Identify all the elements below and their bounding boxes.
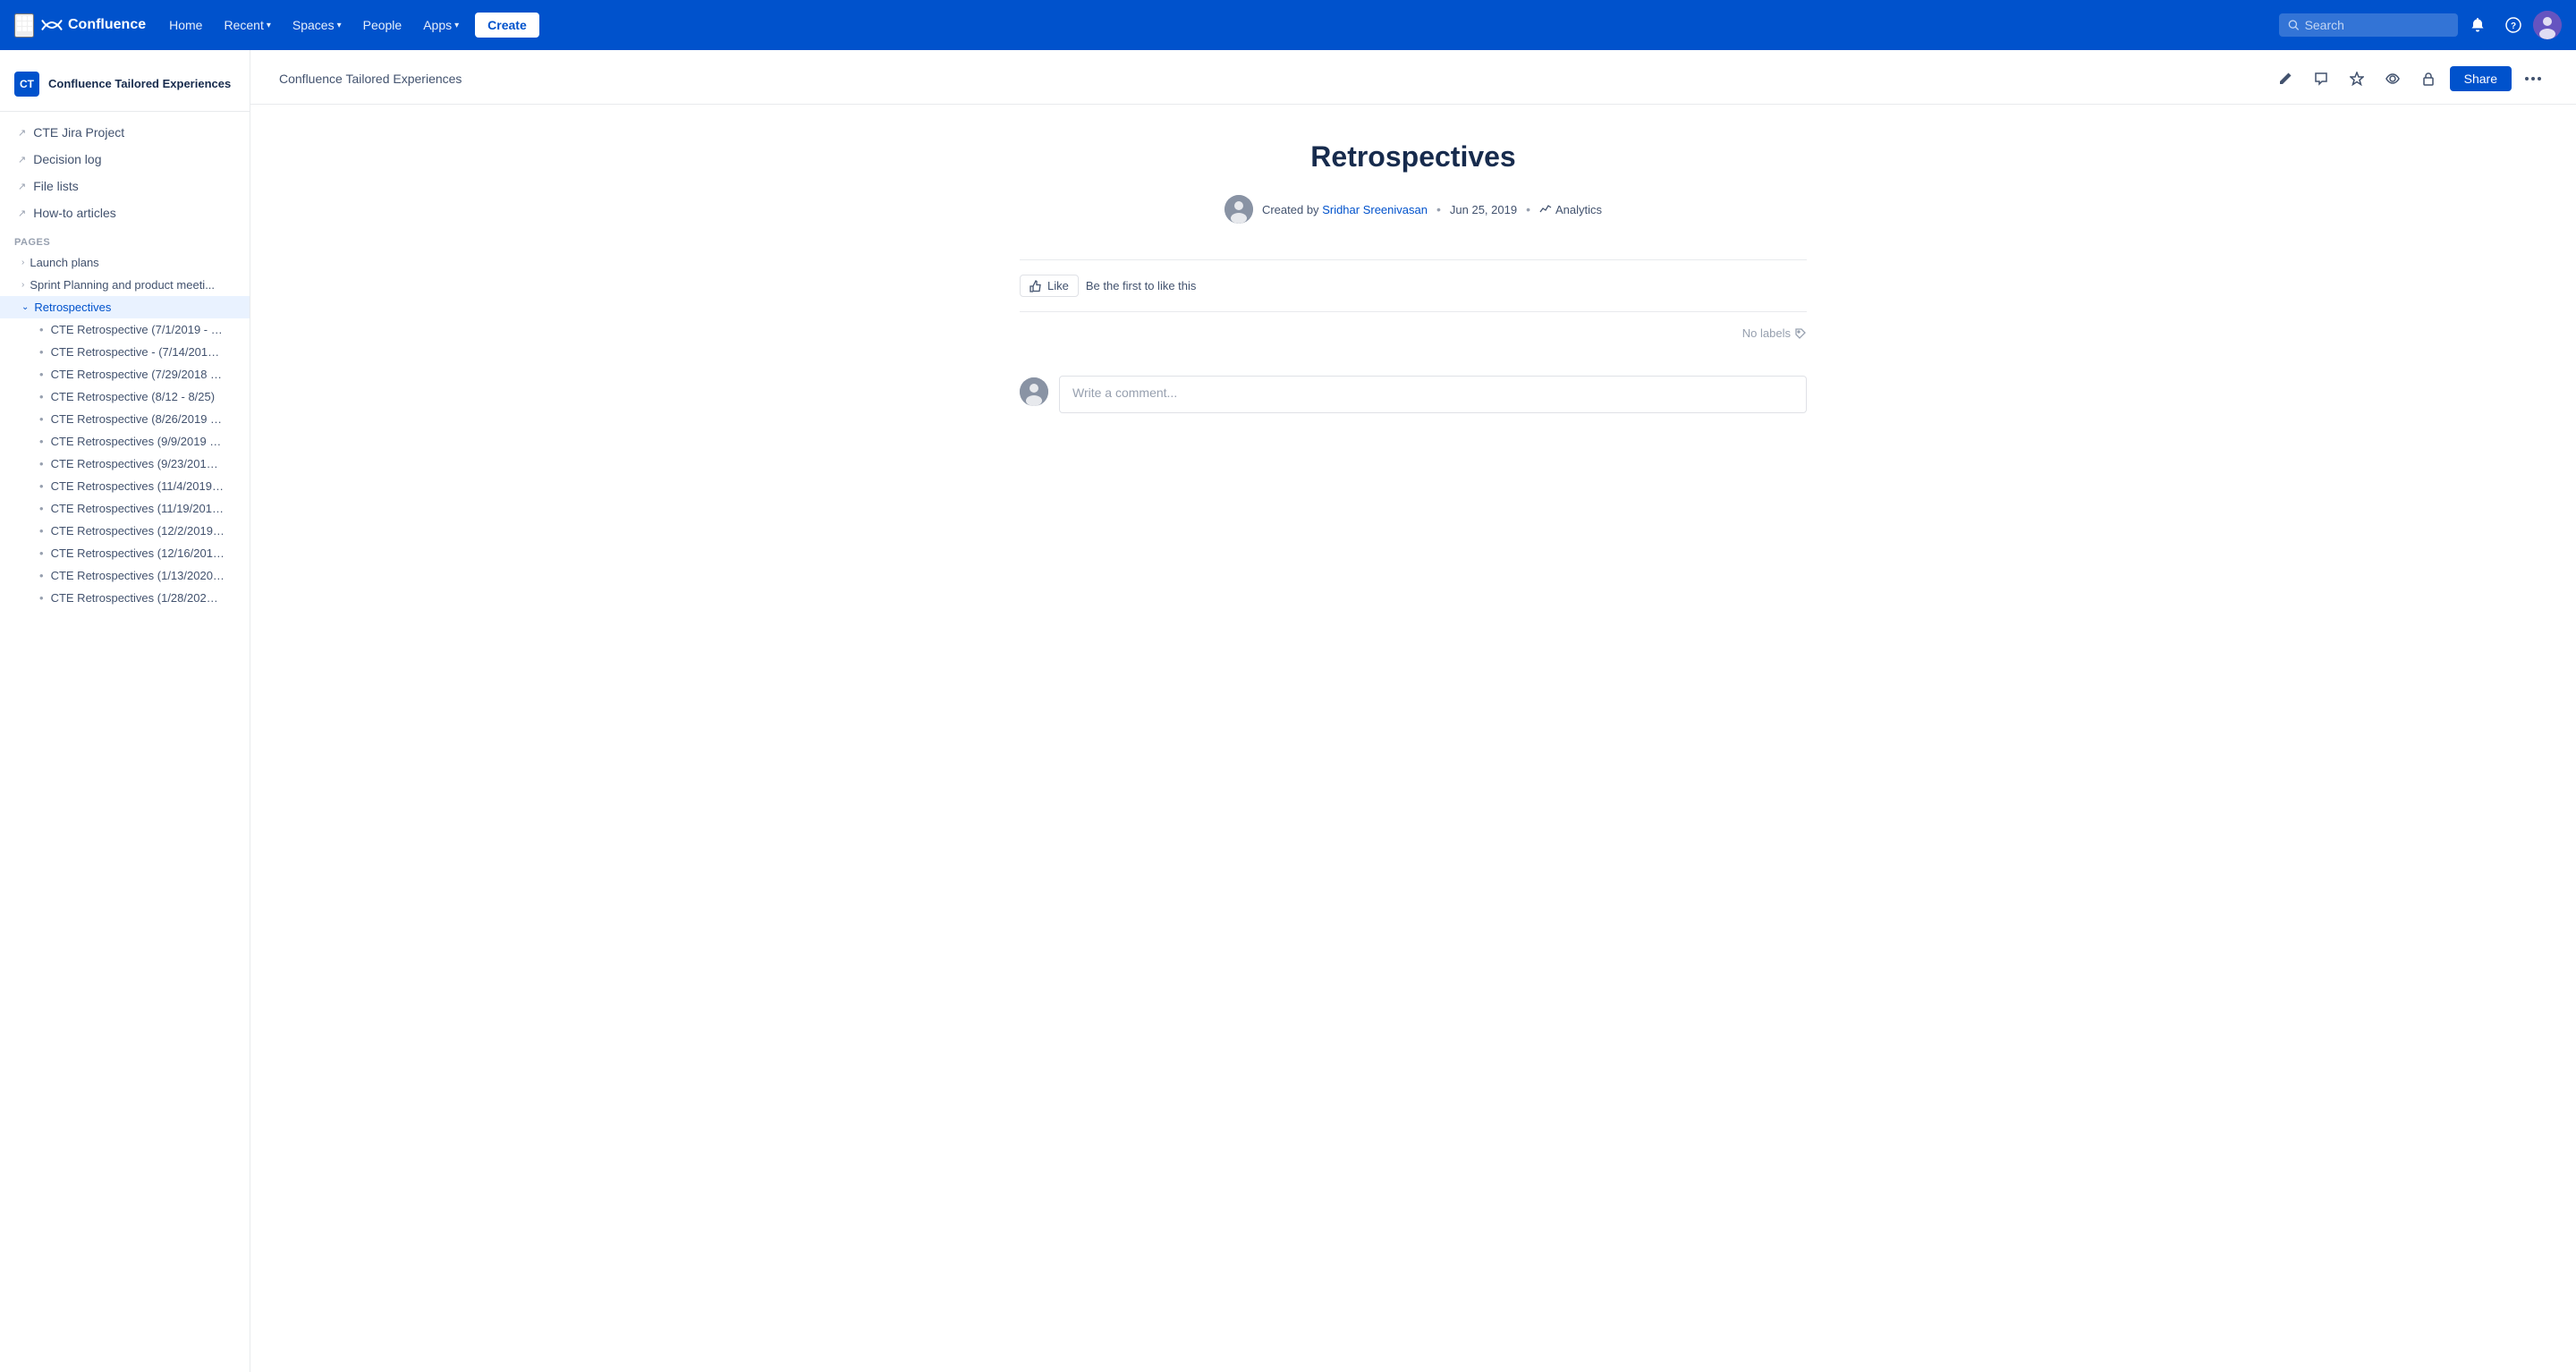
external-link-icon: ↗ xyxy=(18,181,26,192)
like-prompt-text: Be the first to like this xyxy=(1086,279,1197,292)
search-input[interactable] xyxy=(2305,18,2449,32)
edit-button[interactable] xyxy=(2271,64,2300,93)
search-icon xyxy=(2288,19,2300,31)
svg-text:?: ? xyxy=(2511,21,2516,31)
chevron-down-icon: ▾ xyxy=(337,21,342,30)
restrict-button[interactable] xyxy=(2414,64,2443,93)
external-link-icon: ↗ xyxy=(18,127,26,139)
page-title: Retrospectives xyxy=(1020,140,1807,174)
apps-dropdown[interactable]: Apps ▾ xyxy=(414,13,468,38)
analytics-icon xyxy=(1539,203,1552,216)
star-button[interactable] xyxy=(2343,64,2371,93)
sidebar-child-5[interactable]: CTE Retrospectives (9/9/2019 … xyxy=(0,430,250,453)
sidebar-child-2[interactable]: CTE Retrospective (7/29/2018 … xyxy=(0,363,250,385)
sidebar-child-1[interactable]: CTE Retrospective - (7/14/201… xyxy=(0,341,250,363)
article-container: Retrospectives Created by Sridhar Sreeni… xyxy=(984,140,1843,413)
pages-section-label: PAGES xyxy=(0,226,250,251)
comment-input-row: Write a comment... xyxy=(1020,376,1807,413)
article-meta: Created by Sridhar Sreenivasan • Jun 25,… xyxy=(1020,195,1807,224)
label-tag-icon xyxy=(1794,327,1807,340)
chevron-right-icon: › xyxy=(21,258,24,267)
sidebar-item-howto[interactable]: ↗ How-to articles xyxy=(4,199,246,226)
sidebar: CT Confluence Tailored Experiences ↗ CTE… xyxy=(0,50,250,1372)
spaces-dropdown[interactable]: Spaces ▾ xyxy=(284,13,351,38)
bell-icon xyxy=(2470,17,2486,33)
main-content: Confluence Tailored Experiences xyxy=(250,50,2576,1372)
labels-section: No labels xyxy=(1020,319,1807,347)
lock-icon xyxy=(2421,72,2436,86)
chevron-down-icon: ⌄ xyxy=(21,302,29,312)
sidebar-child-7[interactable]: CTE Retrospectives (11/4/2019… xyxy=(0,475,250,497)
home-link[interactable]: Home xyxy=(160,13,211,38)
inline-comment-button[interactable] xyxy=(2307,64,2335,93)
like-section: Like Be the first to like this xyxy=(1020,259,1807,312)
sidebar-page-launch-plans[interactable]: › Launch plans xyxy=(0,251,250,274)
search-box[interactable] xyxy=(2279,13,2458,37)
external-link-icon: ↗ xyxy=(18,207,26,219)
author-name-link[interactable]: Sridhar Sreenivasan xyxy=(1322,203,1428,216)
grid-icon[interactable] xyxy=(14,13,34,38)
help-button[interactable]: ? xyxy=(2497,9,2529,41)
sidebar-page-sprint-planning[interactable]: › Sprint Planning and product meeti... xyxy=(0,274,250,296)
sidebar-child-10[interactable]: CTE Retrospectives (12/16/201… xyxy=(0,542,250,564)
content-header: Confluence Tailored Experiences xyxy=(250,50,2576,105)
like-button[interactable]: Like xyxy=(1020,275,1079,297)
edit-icon xyxy=(2278,72,2292,86)
sidebar-page-retrospectives[interactable]: ⌄ Retrospectives xyxy=(0,296,250,318)
sidebar-child-8[interactable]: CTE Retrospectives (11/19/201… xyxy=(0,497,250,520)
commenter-avatar xyxy=(1020,377,1048,406)
sidebar-child-11[interactable]: CTE Retrospectives (1/13/2020… xyxy=(0,564,250,587)
more-options-button[interactable] xyxy=(2519,64,2547,93)
comment-input[interactable]: Write a comment... xyxy=(1059,376,1807,413)
sidebar-item-cte-jira[interactable]: ↗ CTE Jira Project xyxy=(4,119,246,146)
space-icon: CT xyxy=(14,72,39,97)
watch-button[interactable] xyxy=(2378,64,2407,93)
share-button[interactable]: Share xyxy=(2450,66,2512,91)
analytics-link[interactable]: Analytics xyxy=(1539,203,1602,216)
star-icon xyxy=(2350,72,2364,86)
meta-dot: • xyxy=(1526,202,1530,216)
sidebar-child-4[interactable]: CTE Retrospective (8/26/2019 … xyxy=(0,408,250,430)
sidebar-child-6[interactable]: CTE Retrospectives (9/23/201… xyxy=(0,453,250,475)
sidebar-child-3[interactable]: CTE Retrospective (8/12 - 8/25) xyxy=(0,385,250,408)
chevron-down-icon: ▾ xyxy=(267,21,271,30)
comment-section: Write a comment... xyxy=(1020,376,1807,413)
sidebar-item-file-lists[interactable]: ↗ File lists xyxy=(4,173,246,199)
sidebar-child-9[interactable]: CTE Retrospectives (12/2/2019… xyxy=(0,520,250,542)
creation-date: Jun 25, 2019 xyxy=(1450,203,1517,216)
watch-icon xyxy=(2385,72,2400,86)
main-layout: CT Confluence Tailored Experiences ↗ CTE… xyxy=(0,50,2576,1372)
meta-separator: • xyxy=(1436,202,1441,216)
breadcrumb[interactable]: Confluence Tailored Experiences xyxy=(279,72,462,86)
top-navigation: Confluence Home Recent ▾ Spaces ▾ People… xyxy=(0,0,2576,50)
chevron-right-icon: › xyxy=(21,280,24,290)
chevron-down-icon: ▾ xyxy=(454,21,459,30)
external-link-icon: ↗ xyxy=(18,154,26,165)
create-button[interactable]: Create xyxy=(475,13,539,38)
comment-icon xyxy=(2314,72,2328,86)
sidebar-space-header[interactable]: CT Confluence Tailored Experiences xyxy=(0,64,250,112)
recent-dropdown[interactable]: Recent ▾ xyxy=(215,13,279,38)
sidebar-child-0[interactable]: CTE Retrospective (7/1/2019 - … xyxy=(0,318,250,341)
people-link[interactable]: People xyxy=(354,13,411,38)
more-icon xyxy=(2525,77,2541,80)
notifications-button[interactable] xyxy=(2462,9,2494,41)
author-avatar xyxy=(1224,195,1253,224)
help-icon: ? xyxy=(2505,17,2521,33)
sidebar-child-12[interactable]: CTE Retrospectives (1/28/202… xyxy=(0,587,250,609)
thumbs-up-icon xyxy=(1030,280,1042,292)
sidebar-item-decision-log[interactable]: ↗ Decision log xyxy=(4,146,246,173)
user-avatar[interactable] xyxy=(2533,11,2562,39)
confluence-logo[interactable]: Confluence xyxy=(41,14,146,36)
content-actions: Share xyxy=(2271,64,2547,93)
article-meta-text: Created by Sridhar Sreenivasan xyxy=(1262,203,1428,216)
